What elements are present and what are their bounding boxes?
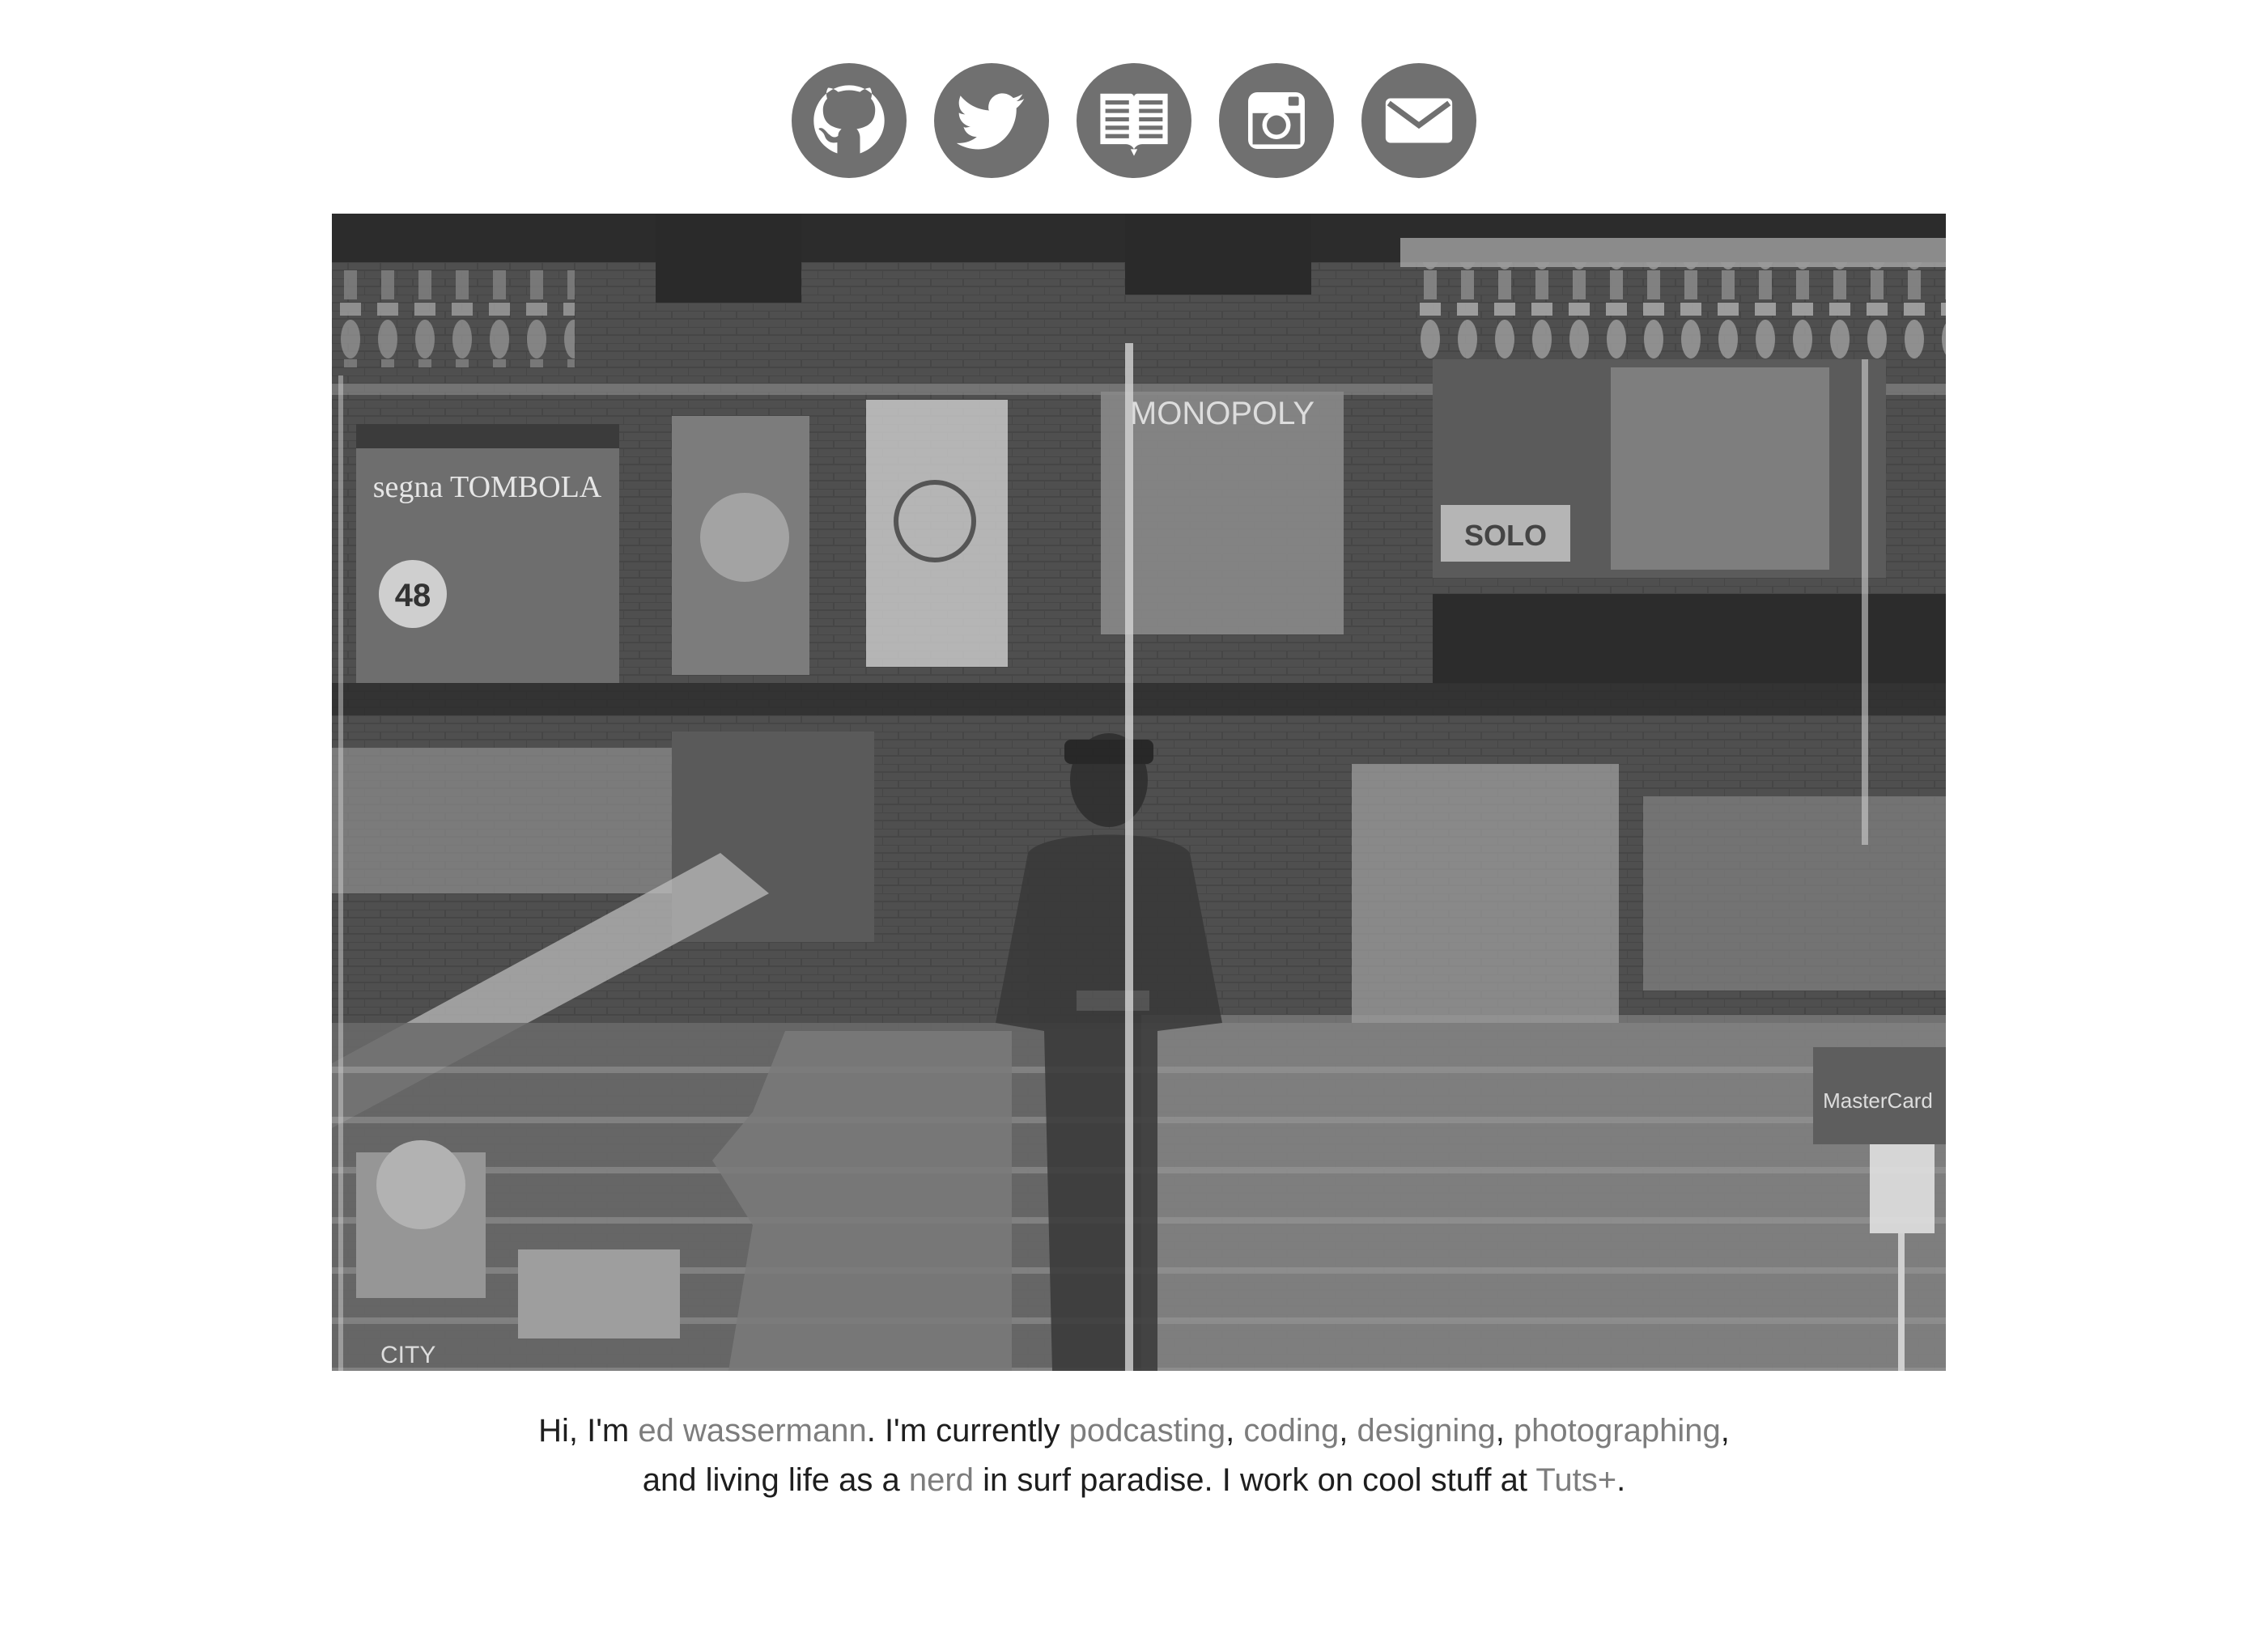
podcasting-link[interactable]: podcasting — [1069, 1413, 1225, 1449]
tuts-plus-link[interactable]: Tuts+ — [1535, 1462, 1616, 1498]
github-icon — [813, 85, 885, 154]
photo-sign-tombola-1: segna TOMBOLA — [373, 470, 602, 504]
photo-sign-solo: SOLO — [1464, 519, 1547, 552]
twitter-icon — [956, 93, 1025, 150]
envelope-icon — [1385, 98, 1453, 143]
bio-text: . I'm currently — [866, 1413, 1069, 1449]
bio-separator: , — [1225, 1413, 1244, 1449]
social-links — [0, 63, 2268, 178]
open-book-icon — [1100, 93, 1168, 156]
blog-link[interactable] — [1077, 63, 1191, 178]
photo-sign-monopoly: MONOPOLY — [1130, 396, 1315, 431]
bio-text: in surf paradise. I work on cool stuff a… — [973, 1462, 1536, 1498]
photo-sign-mastercard: MasterCard — [1823, 1088, 1933, 1113]
instagram-icon — [1248, 92, 1305, 149]
hero-photo: segna TOMBOLA 48 MONOPOLY SOLO MasterCar… — [332, 214, 1946, 1371]
photo-sign-city: CITY — [380, 1342, 435, 1368]
bio-text: . — [1616, 1462, 1626, 1498]
email-link[interactable] — [1361, 63, 1476, 178]
double-exposure-street-photo: segna TOMBOLA 48 MONOPOLY SOLO MasterCar… — [332, 214, 1946, 1371]
instagram-link[interactable] — [1219, 63, 1334, 178]
coding-link[interactable]: coding — [1243, 1413, 1339, 1449]
twitter-link[interactable] — [934, 63, 1049, 178]
bio-separator: , — [1495, 1413, 1514, 1449]
designing-link[interactable]: designing — [1357, 1413, 1495, 1449]
photographing-link[interactable]: photographing — [1514, 1413, 1721, 1449]
photo-sign-48: 48 — [395, 578, 431, 613]
bio-separator: , — [1339, 1413, 1357, 1449]
nerd-link[interactable]: nerd — [909, 1462, 974, 1498]
bio-paragraph: Hi, I'm ed wassermann. I'm currently pod… — [518, 1406, 1750, 1505]
github-link[interactable] — [792, 63, 907, 178]
bio-text: Hi, I'm — [538, 1413, 639, 1449]
name-link[interactable]: ed wassermann — [638, 1413, 866, 1449]
